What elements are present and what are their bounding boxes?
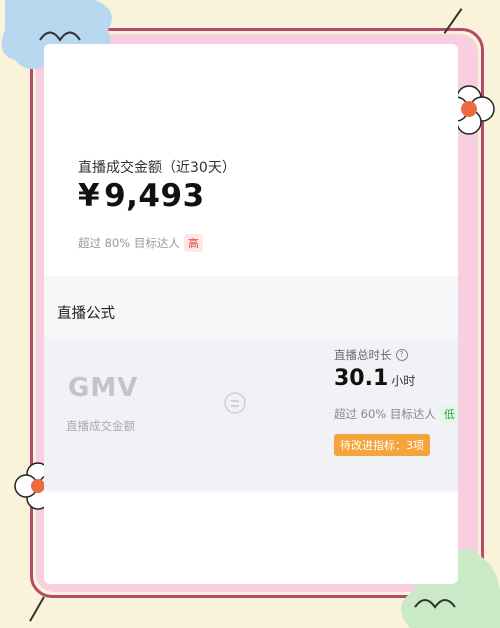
metric-label-text: 直播总时长 [334, 348, 392, 362]
currency-symbol: ¥ [78, 178, 101, 214]
live-sales-amount: ¥9,493 [78, 178, 205, 214]
formula-body: GMV 直播成交金额 直播总时长 ? 30.1 小时 超过 60% 目标达人 低 … [44, 338, 458, 490]
pending-improvement-badge[interactable]: 待改进指标：3项 [334, 434, 430, 456]
gmv-label: GMV [68, 373, 139, 403]
live-sales-comparison: 超过 80% 目标达人 高 [78, 234, 203, 252]
metric-comparison-text: 超过 60% 目标达人 [334, 407, 436, 421]
equal-icon [224, 392, 246, 414]
formula-title: 直播公式 [57, 306, 115, 322]
metric-unit: 小时 [391, 374, 416, 388]
metric-value: 30.1 小时 [334, 366, 415, 391]
metric-number: 30.1 [334, 366, 389, 391]
gmv-description: 直播成交金额 [66, 419, 135, 433]
doodle-line [29, 596, 45, 622]
level-badge-low: 低 [439, 405, 458, 423]
help-icon[interactable]: ? [395, 349, 408, 361]
metric-comparison: 超过 60% 目标达人 低 [334, 405, 458, 423]
live-sales-title: 直播成交金额（近30天） [78, 160, 236, 176]
stats-card: 直播成交金额（近30天） ¥9,493 超过 80% 目标达人 高 直播公式 G… [44, 44, 458, 584]
comparison-text: 超过 80% 目标达人 [78, 236, 180, 250]
formula-section: 直播公式 GMV 直播成交金额 直播总时长 ? 30.1 小时 超过 60% 目标… [44, 276, 458, 492]
amount-value: 9,493 [104, 178, 205, 214]
metric-label: 直播总时长 ? [334, 347, 408, 363]
level-badge-high: 高 [183, 234, 203, 252]
